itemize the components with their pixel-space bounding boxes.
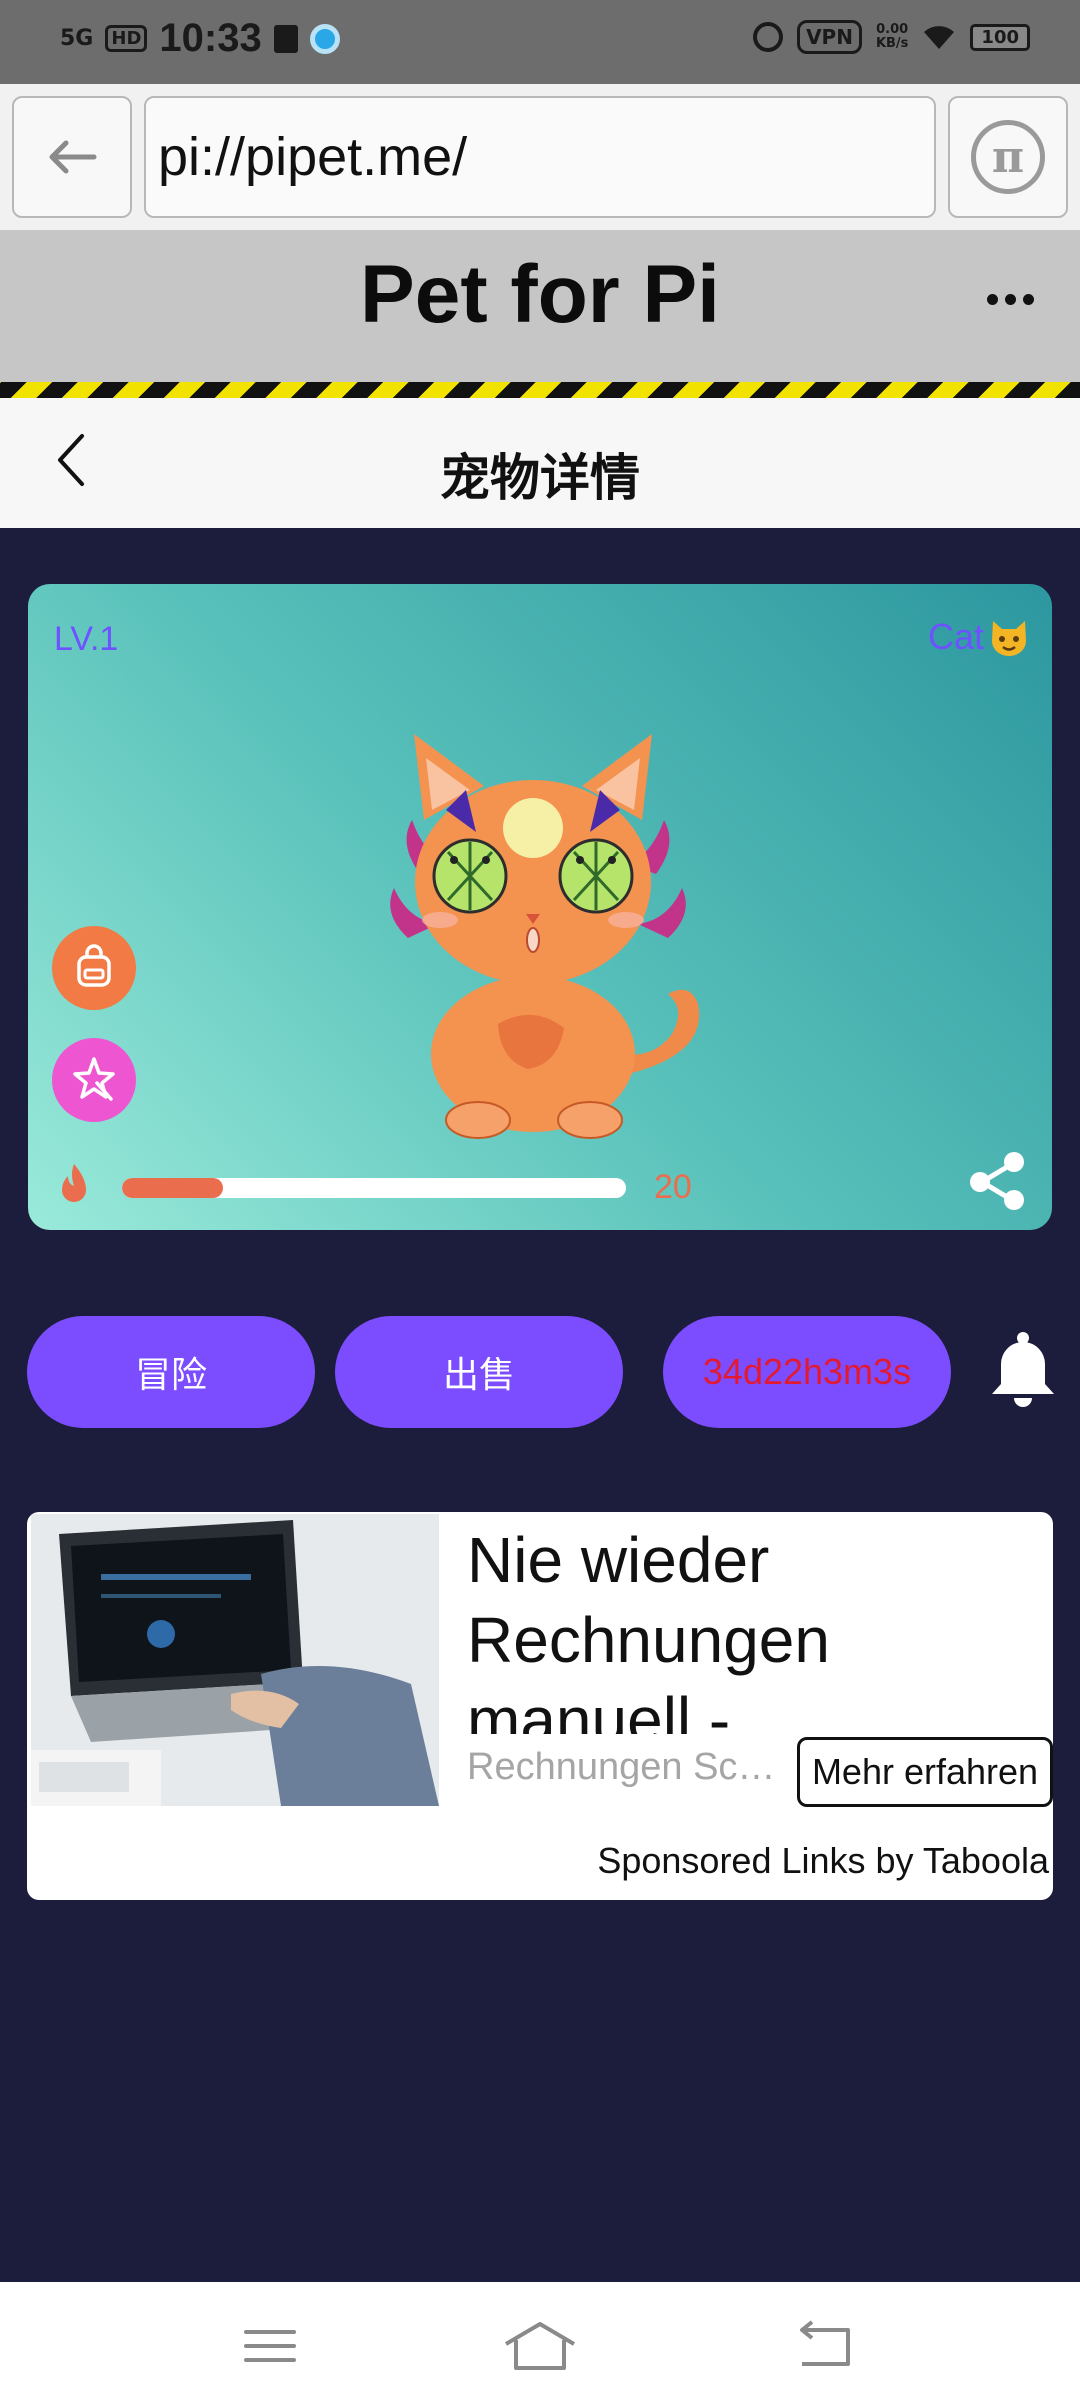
ad-headline[interactable]: Nie wieder Rechnungen manuell -…: [467, 1520, 1027, 1734]
battery-indicator: 100: [970, 23, 1030, 51]
backpack-button[interactable]: [52, 926, 136, 1010]
ad-image[interactable]: [31, 1514, 439, 1806]
sponsor-label[interactable]: Sponsored Links by Taboola: [597, 1840, 1049, 1882]
wifi-icon: [924, 26, 955, 49]
network-indicator: 5G: [60, 25, 94, 51]
magic-star-icon: [73, 1057, 115, 1101]
ad-source: Rechnungen Sc…: [467, 1746, 776, 1788]
pet-type-label: Cat: [927, 616, 984, 657]
back-icon[interactable]: [784, 2316, 864, 2376]
pet-card: LV.1 Cat 20: [28, 584, 1052, 1230]
alarm-icon: [753, 22, 784, 52]
magic-button[interactable]: [52, 1038, 136, 1122]
speed-value: 0.00: [876, 22, 909, 37]
countdown-timer-button[interactable]: 34d22h3m3s: [663, 1316, 951, 1428]
energy-value: 20: [654, 1168, 692, 1206]
browser-url-bar: pi://pipet.me/ π: [0, 84, 1080, 230]
adventure-button[interactable]: 冒险: [27, 1316, 315, 1428]
pet-cat-image: [390, 734, 700, 1139]
app-title: Pet for Pi: [360, 249, 720, 340]
pi-logo-icon: π: [971, 120, 1045, 194]
flame-icon: [62, 1164, 86, 1202]
hazard-stripe-divider: [0, 382, 1080, 398]
laptop-photo: [31, 1514, 439, 1806]
bell-icon[interactable]: [988, 1330, 1058, 1410]
network-speed: 0.00 KB/s: [876, 23, 908, 51]
status-right: VPN 0.00 KB/s 100: [753, 20, 1030, 54]
page-title: 宠物详情: [440, 449, 640, 507]
status-left: 5G HD 10:33: [60, 16, 340, 61]
task-check-icon: [273, 24, 298, 53]
menu-icon[interactable]: [230, 2316, 310, 2376]
sell-button[interactable]: 出售: [335, 1316, 623, 1428]
clock: 10:33: [159, 16, 262, 60]
app-notification-icon: [309, 23, 340, 54]
url-input[interactable]: pi://pipet.me/: [144, 96, 936, 218]
detail-header: 宠物详情: [0, 398, 1080, 528]
system-nav-bar: [0, 2282, 1080, 2408]
vpn-badge: VPN: [797, 20, 862, 54]
hd-badge: HD: [105, 25, 148, 52]
pet-type: Cat: [928, 616, 1030, 658]
pi-wallet-button[interactable]: π: [948, 96, 1068, 218]
sponsored-ad[interactable]: Nie wieder Rechnungen manuell -… Rechnun…: [27, 1512, 1053, 1900]
cat-face-icon: [992, 621, 1026, 656]
share-icon[interactable]: [966, 1150, 1028, 1212]
arrow-left-icon: [49, 140, 97, 174]
browser-back-button[interactable]: [12, 96, 132, 218]
app-header: Pet for Pi: [0, 230, 1080, 382]
energy-bar-fill: [122, 1178, 223, 1198]
pet-level: LV.1: [54, 620, 119, 658]
ad-learn-more-button[interactable]: Mehr erfahren: [797, 1737, 1053, 1807]
more-dots-icon[interactable]: [987, 294, 1034, 305]
speed-unit: KB/s: [875, 36, 909, 51]
backpack-icon: [77, 944, 111, 987]
status-bar: 5G HD 10:33 VPN 0.00 KB/s 100: [0, 0, 1080, 84]
energy-bar: [122, 1178, 626, 1198]
home-icon[interactable]: [500, 2316, 580, 2376]
